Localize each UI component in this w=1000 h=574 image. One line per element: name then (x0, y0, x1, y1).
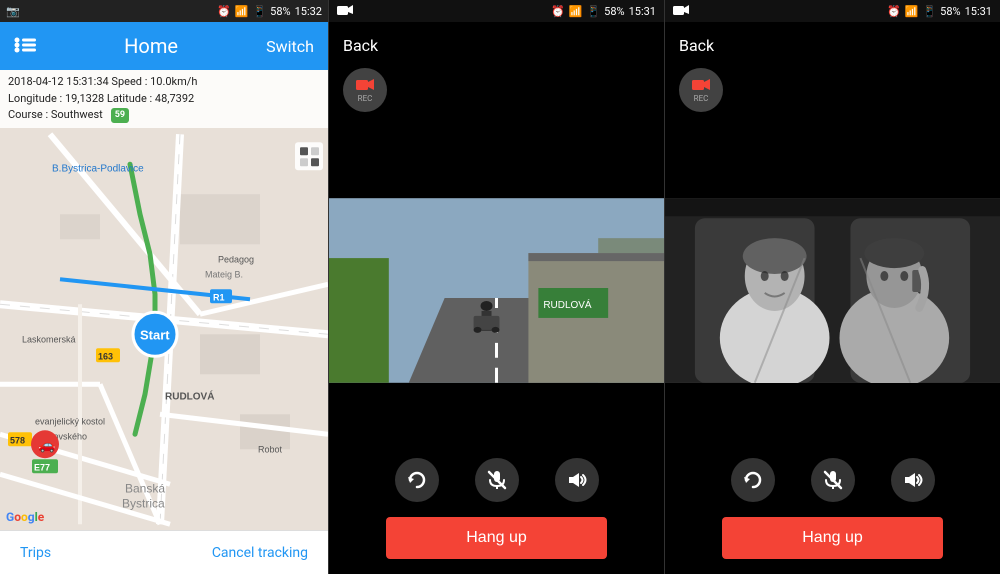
header-title: Home (124, 34, 178, 58)
svg-text:Robot: Robot (258, 444, 283, 454)
rotate-button-interior[interactable] (731, 458, 775, 502)
trips-link[interactable]: Trips (20, 545, 51, 561)
map-container[interactable]: B.Bystrica-Podlavice Pedagog Laskomerská… (0, 128, 328, 531)
svg-text:Laskomerská: Laskomerská (22, 334, 76, 344)
svg-text:🚗: 🚗 (38, 436, 55, 453)
alarm-icon-interior: ⏰ (887, 5, 901, 18)
signal-icon: 📱 (252, 5, 266, 18)
video-top-bar-front: Back (329, 22, 664, 68)
switch-button[interactable]: Switch (266, 37, 314, 56)
wifi-icon-interior: 📶 (905, 5, 919, 18)
status-right-front: ⏰ 📶 📱 58% 15:31 (551, 5, 656, 18)
hang-up-button-interior[interactable]: Hang up (722, 517, 943, 559)
svg-text:RUDLOVÁ: RUDLOVÁ (543, 300, 592, 311)
video-feed-front: RUDLOVÁ (329, 198, 664, 383)
volume-button-front[interactable] (555, 458, 599, 502)
status-right-info: ⏰ 📶 📱 58% 15:32 (217, 5, 322, 18)
rec-label-front: REC (358, 94, 373, 103)
mic-button-front[interactable] (475, 458, 519, 502)
info-line1: 2018-04-12 15:31:34 Speed : 10.0km/h (8, 74, 320, 91)
status-bar-interior: ⏰ 📶 📱 58% 15:31 (665, 0, 1000, 22)
svg-text:B.Bystrica-Podlavice: B.Bystrica-Podlavice (52, 163, 144, 174)
status-left-icons: 📷 (6, 5, 20, 18)
status-bar-map: 📷 ⏰ 📶 📱 58% 15:32 (0, 0, 328, 22)
app-header: Home Switch (0, 22, 328, 70)
video-black-bottom-interior (665, 383, 1000, 450)
camera-icon: 📷 (6, 5, 20, 18)
svg-text:evanjelický kostol: evanjelický kostol (35, 416, 105, 426)
svg-text:Pedagog: Pedagog (218, 254, 254, 264)
hang-up-bar-interior: Hang up (665, 510, 1000, 574)
interior-camera-panel: ⏰ 📶 📱 58% 15:31 Back REC (664, 0, 1000, 574)
video-black-bottom-front (329, 383, 664, 450)
info-bar: 2018-04-12 15:31:34 Speed : 10.0km/h Lon… (0, 70, 328, 128)
video-controls-front (329, 450, 664, 510)
svg-text:578: 578 (10, 435, 25, 445)
hang-up-button-front[interactable]: Hang up (386, 517, 607, 559)
rec-label-interior: REC (694, 94, 709, 103)
google-logo: Google (6, 510, 44, 524)
info-line3: Course : Southwest (8, 107, 103, 124)
camera-icon-interior (673, 4, 689, 19)
map-panel: 📷 ⏰ 📶 📱 58% 15:32 Home Switch 2018-04-12 (0, 0, 328, 574)
cancel-tracking-link[interactable]: Cancel tracking (212, 545, 308, 561)
menu-icon[interactable] (14, 36, 36, 56)
svg-text:Banská: Banská (125, 481, 165, 495)
battery-text: 58% (270, 5, 290, 18)
time-interior: 15:31 (965, 5, 992, 18)
svg-text:RUDLOVÁ: RUDLOVÁ (165, 389, 214, 402)
svg-text:E77: E77 (34, 462, 50, 472)
battery-interior: 58% (940, 5, 960, 18)
rotate-button-front[interactable] (395, 458, 439, 502)
back-button-interior[interactable]: Back (679, 36, 714, 55)
signal-icon-interior: 📱 (922, 5, 936, 18)
wifi-icon: 📶 (235, 5, 249, 18)
video-controls-interior (665, 450, 1000, 510)
battery-front: 58% (604, 5, 624, 18)
back-button-front[interactable]: Back (343, 36, 378, 55)
video-top-bar-interior: Back (665, 22, 1000, 68)
video-feed-interior (665, 198, 1000, 383)
bottom-bar: Trips Cancel tracking (0, 530, 328, 574)
svg-text:Bystrica: Bystrica (122, 496, 165, 510)
signal-icon-front: 📱 (586, 5, 600, 18)
map-background: B.Bystrica-Podlavice Pedagog Laskomerská… (0, 128, 328, 531)
camera-icon-front (337, 4, 353, 19)
mic-button-interior[interactable] (811, 458, 855, 502)
time-text: 15:32 (295, 5, 322, 18)
time-front: 15:31 (629, 5, 656, 18)
alarm-icon: ⏰ (217, 5, 231, 18)
wifi-icon-front: 📶 (569, 5, 583, 18)
rec-button-front[interactable]: REC (343, 68, 387, 112)
info-line2: Longitude : 19,1328 Latitude : 48,7392 (8, 91, 320, 108)
hang-up-bar-front: Hang up (329, 510, 664, 574)
front-camera-panel: ⏰ 📶 📱 58% 15:31 Back REC (328, 0, 664, 574)
svg-text:Start: Start (140, 327, 170, 342)
alarm-icon-front: ⏰ (551, 5, 565, 18)
status-bar-front: ⏰ 📶 📱 58% 15:31 (329, 0, 664, 22)
volume-button-interior[interactable] (891, 458, 935, 502)
svg-text:163: 163 (98, 351, 113, 361)
speed-badge: 59 (111, 108, 129, 124)
svg-text:R1: R1 (213, 292, 225, 302)
svg-text:Mateig B.: Mateig B. (205, 269, 243, 279)
rec-button-interior[interactable]: REC (679, 68, 723, 112)
status-right-interior: ⏰ 📶 📱 58% 15:31 (887, 5, 992, 18)
